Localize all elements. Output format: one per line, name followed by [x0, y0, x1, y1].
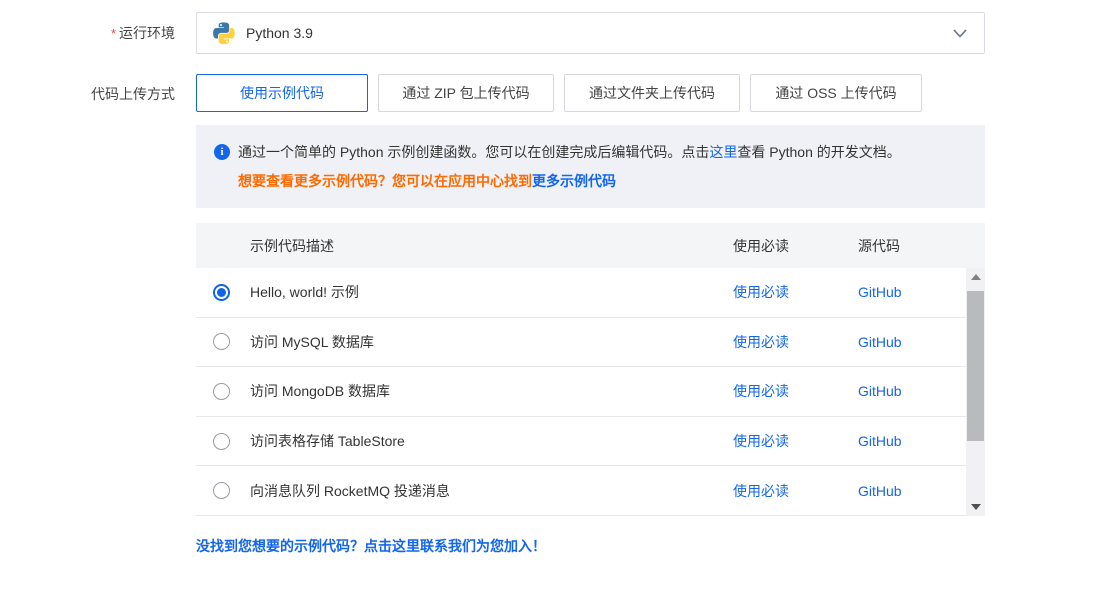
must-read-link[interactable]: 使用必读 — [733, 334, 789, 350]
upload-method-row: 代码上传方式 使用示例代码 通过 ZIP 包上传代码 通过文件夹上传代码 通过 … — [0, 74, 1096, 112]
header-source: 源代码 — [858, 236, 985, 256]
scrollbar-up-icon[interactable] — [966, 268, 985, 286]
contact-us-link[interactable]: 没找到您想要的示例代码？点击这里联系我们为您加入！ — [196, 536, 985, 556]
info-text-part1: 通过一个简单的 Python 示例创建函数。您可以在创建完成后编辑代码。点击 — [238, 144, 709, 160]
table-row: 向消息队列 RocketMQ 投递消息 使用必读 GitHub — [196, 466, 985, 516]
must-read-link[interactable]: 使用必读 — [733, 383, 789, 399]
must-read-link[interactable]: 使用必读 — [733, 483, 789, 499]
row-description: Hello, world! 示例 — [250, 282, 733, 302]
info-icon — [214, 144, 230, 160]
github-link[interactable]: GitHub — [858, 483, 902, 499]
scrollbar-thumb[interactable] — [967, 291, 984, 441]
row-description: 访问 MongoDB 数据库 — [250, 381, 733, 401]
github-link[interactable]: GitHub — [858, 433, 902, 449]
radio-mongodb[interactable] — [213, 383, 230, 400]
runtime-label-text: 运行环境 — [119, 25, 175, 41]
radio-mysql[interactable] — [213, 333, 230, 350]
table-header: 示例代码描述 使用必读 源代码 — [196, 223, 985, 268]
table-body: Hello, world! 示例 使用必读 GitHub 访问 MySQL 数据… — [196, 268, 985, 516]
python-logo-icon — [213, 22, 235, 44]
runtime-row: *运行环境 Python 3.9 — [0, 12, 1096, 54]
runtime-select[interactable]: Python 3.9 — [196, 12, 985, 54]
tab-zip-upload[interactable]: 通过 ZIP 包上传代码 — [378, 74, 554, 112]
header-description: 示例代码描述 — [250, 236, 733, 256]
table-row: 访问 MySQL 数据库 使用必读 GitHub — [196, 318, 985, 368]
upload-method-label: 代码上传方式 — [0, 74, 175, 104]
runtime-value: Python 3.9 — [246, 25, 313, 41]
must-read-link[interactable]: 使用必读 — [733, 433, 789, 449]
sample-code-table: 示例代码描述 使用必读 源代码 Hello, world! 示例 使用必读 Gi… — [196, 223, 985, 516]
table-row: 访问 MongoDB 数据库 使用必读 GitHub — [196, 367, 985, 417]
radio-tablestore[interactable] — [213, 433, 230, 450]
github-link[interactable]: GitHub — [858, 383, 902, 399]
more-samples-notice: 想要查看更多示例代码？您可以在应用中心找到更多示例代码 — [214, 171, 967, 192]
scrollbar-down-icon[interactable] — [966, 498, 985, 516]
github-link[interactable]: GitHub — [858, 334, 902, 350]
row-description: 访问表格存储 TableStore — [250, 431, 733, 451]
more-samples-link[interactable]: 更多示例代码 — [532, 173, 616, 189]
must-read-link[interactable]: 使用必读 — [733, 284, 789, 300]
info-text: 通过一个简单的 Python 示例创建函数。您可以在创建完成后编辑代码。点击这里… — [238, 142, 901, 163]
table-scrollbar[interactable] — [966, 268, 985, 516]
required-asterisk: * — [111, 26, 116, 41]
row-description: 向消息队列 RocketMQ 投递消息 — [250, 481, 733, 501]
info-box: 通过一个简单的 Python 示例创建函数。您可以在创建完成后编辑代码。点击这里… — [196, 125, 985, 208]
radio-rocketmq[interactable] — [213, 482, 230, 499]
row-description: 访问 MySQL 数据库 — [250, 332, 733, 352]
more-samples-text: 想要查看更多示例代码？您可以在应用中心找到 — [238, 173, 532, 189]
tab-oss-upload[interactable]: 通过 OSS 上传代码 — [750, 74, 922, 112]
radio-hello-world[interactable] — [213, 284, 230, 301]
table-row: 访问表格存储 TableStore 使用必读 GitHub — [196, 417, 985, 467]
github-link[interactable]: GitHub — [858, 284, 902, 300]
tab-folder-upload[interactable]: 通过文件夹上传代码 — [564, 74, 740, 112]
tab-sample-code[interactable]: 使用示例代码 — [196, 74, 368, 112]
table-row: Hello, world! 示例 使用必读 GitHub — [196, 268, 985, 318]
info-text-part2: 查看 Python 的开发文档。 — [737, 144, 900, 160]
runtime-label: *运行环境 — [0, 23, 175, 43]
upload-method-tabs: 使用示例代码 通过 ZIP 包上传代码 通过文件夹上传代码 通过 OSS 上传代… — [196, 74, 985, 112]
header-must-read: 使用必读 — [733, 236, 858, 256]
chevron-down-icon — [952, 25, 968, 41]
create-function-form: *运行环境 Python 3.9 代码上传方式 使用示例代码 通过 ZIP 包上… — [0, 12, 1096, 601]
docs-here-link[interactable]: 这里 — [709, 144, 737, 160]
